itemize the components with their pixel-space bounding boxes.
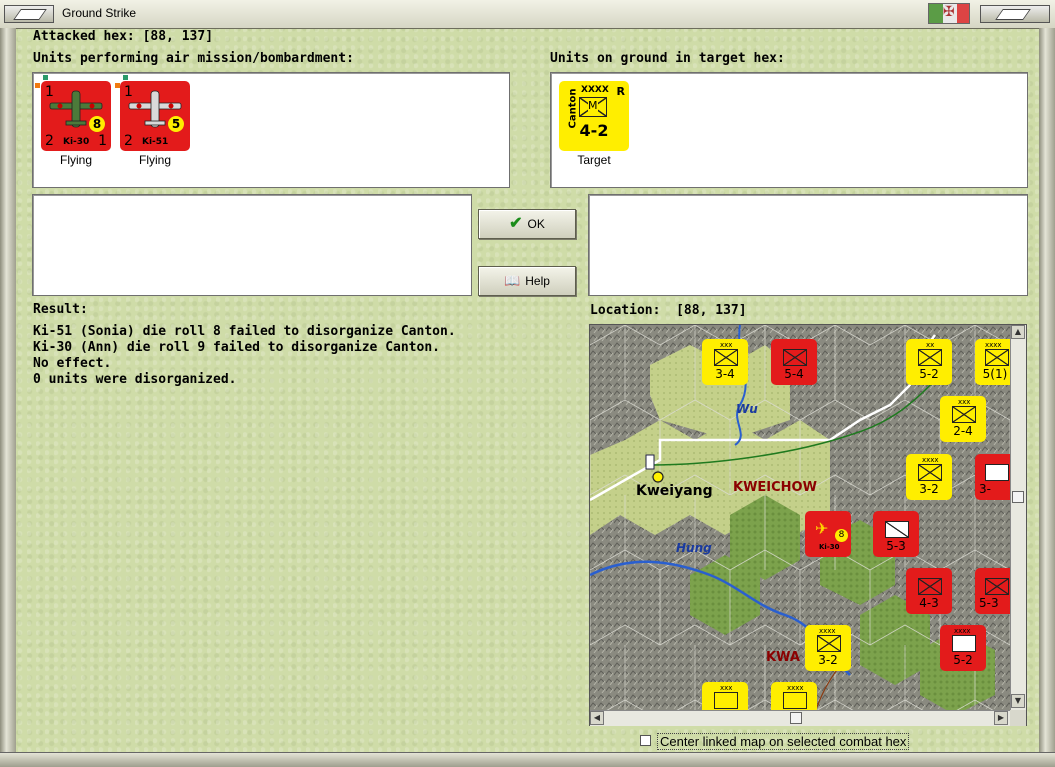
plane-icon: ✈ (815, 519, 829, 538)
status-dot (123, 75, 128, 80)
scroll-up-arrow-icon[interactable]: ▲ (1011, 325, 1025, 339)
unit-strength: 4-2 (579, 121, 609, 140)
ok-button[interactable]: ✔ OK (478, 209, 576, 239)
unit-size: XXXX (581, 85, 609, 95)
status-dot (43, 75, 48, 80)
unit-status: Flying (138, 153, 171, 167)
map-unit-counter[interactable]: xxx 2-4 (940, 396, 986, 442)
ground-units-label: Units on ground in target hex: (550, 51, 785, 66)
unit-tag: R (616, 85, 625, 98)
result-line: No effect. (33, 356, 112, 371)
nation-flag-icon (928, 3, 970, 24)
attack-factor: 5 (168, 116, 184, 132)
range-bottom: 2 (124, 133, 133, 149)
map-unit-counter[interactable]: ✈ Ki-30 8 (805, 511, 851, 557)
result-label: Result: (33, 302, 88, 317)
map-unit-counter[interactable]: xxx 3-4 (702, 339, 748, 385)
map-river-label: Hung (676, 541, 712, 555)
left-frame (0, 28, 16, 753)
close-window-button[interactable] (980, 5, 1050, 23)
ground-units-box: Canton XXXX R M 4-2 Target (550, 72, 1028, 188)
scroll-down-arrow-icon[interactable]: ▼ (1011, 694, 1025, 708)
map-province-label: KWA (766, 650, 800, 665)
scroll-thumb[interactable] (790, 712, 802, 724)
center-map-checkbox[interactable] (640, 735, 651, 746)
scroll-left-arrow-icon[interactable]: ◀ (590, 711, 604, 725)
attacked-hex-value: [88, 137] (142, 29, 214, 44)
map-unit-counter[interactable]: xx 5-2 (906, 339, 952, 385)
status-dot (35, 83, 40, 88)
title-bar: Ground Strike (0, 0, 1055, 29)
result-line: Ki-51 (Sonia) die roll 8 failed to disor… (33, 324, 456, 339)
unit-status: Flying (59, 153, 92, 167)
map-unit-counter[interactable]: 4-3 (906, 568, 952, 614)
attacked-hex-label: Attacked hex: [88, 137] (33, 29, 214, 44)
map-unit-counter[interactable]: xxxx 3-2 (906, 454, 952, 500)
ground-unit-counter[interactable]: Canton XXXX R M 4-2 (559, 81, 629, 151)
map-unit-counter[interactable]: xxxx 5(1) (975, 339, 1015, 385)
map-unit-counter[interactable]: xxxx 5-2 (940, 625, 986, 671)
location-label: Location: [88, 137] (590, 303, 747, 318)
map-unit-counter[interactable]: 5-3 (873, 511, 919, 557)
checkmark-icon: ✔ (509, 215, 523, 232)
map-vertical-scrollbar[interactable]: ▲ ▼ (1010, 325, 1026, 710)
center-map-label[interactable]: Center linked map on selected combat hex (657, 733, 910, 750)
air-units-label: Units performing air mission/bombardment… (33, 51, 354, 66)
scroll-thumb[interactable] (1012, 491, 1024, 503)
range-bottom: 2 (45, 133, 54, 149)
scroll-right-arrow-icon[interactable]: ▶ (994, 711, 1008, 725)
map-horizontal-scrollbar[interactable]: ◀ ▶ (590, 710, 1010, 726)
window-title: Ground Strike (62, 6, 137, 20)
unit-name: Ki-51 (142, 137, 169, 147)
right-frame (1039, 28, 1055, 753)
bottom-frame (0, 752, 1055, 767)
map-unit-counter[interactable]: xxxx 3-2 (805, 625, 851, 671)
attacker-detail-box (32, 194, 472, 296)
side-number: 1 (98, 133, 107, 149)
result-line: 0 units were disorganized. (33, 372, 237, 387)
unit-name: Ki-30 (63, 137, 90, 147)
map-unit-counter[interactable]: 5-4 (771, 339, 817, 385)
location-value: [88, 137] (676, 303, 747, 318)
unit-symbol-icon: M (579, 97, 607, 117)
air-unit-counter[interactable]: 1 2 5 Ki-51 (120, 81, 190, 151)
unit-status: Target (577, 153, 611, 167)
attack-factor: 8 (89, 116, 105, 132)
map-city-label: Kweiyang (636, 483, 713, 499)
map-unit-counter[interactable]: 5-3 (975, 568, 1015, 614)
map-province-label: KWEICHOW (733, 480, 817, 495)
book-icon: 📖 (504, 273, 521, 288)
system-menu-button[interactable] (4, 5, 54, 23)
map-river-label: Wu (736, 402, 758, 416)
defender-detail-box (588, 194, 1028, 296)
help-button[interactable]: 📖 Help (478, 266, 576, 296)
map-unit-counter[interactable]: 3- (975, 454, 1015, 500)
scroll-corner (1010, 710, 1026, 726)
air-units-box: 1 2 1 8 Ki-30 Flying 1 2 5 Ki-51 Flying (32, 72, 510, 188)
air-unit-counter[interactable]: 1 2 1 8 Ki-30 (41, 81, 111, 151)
ground-strike-window: Ground Strike Attacked hex: [88, 137] Un… (0, 0, 1055, 767)
location-map[interactable]: Kweiyang KWEICHOW KWA Wu Hung xxx 3-4 5-… (589, 324, 1027, 726)
result-line: Ki-30 (Ann) die roll 9 failed to disorga… (33, 340, 440, 355)
